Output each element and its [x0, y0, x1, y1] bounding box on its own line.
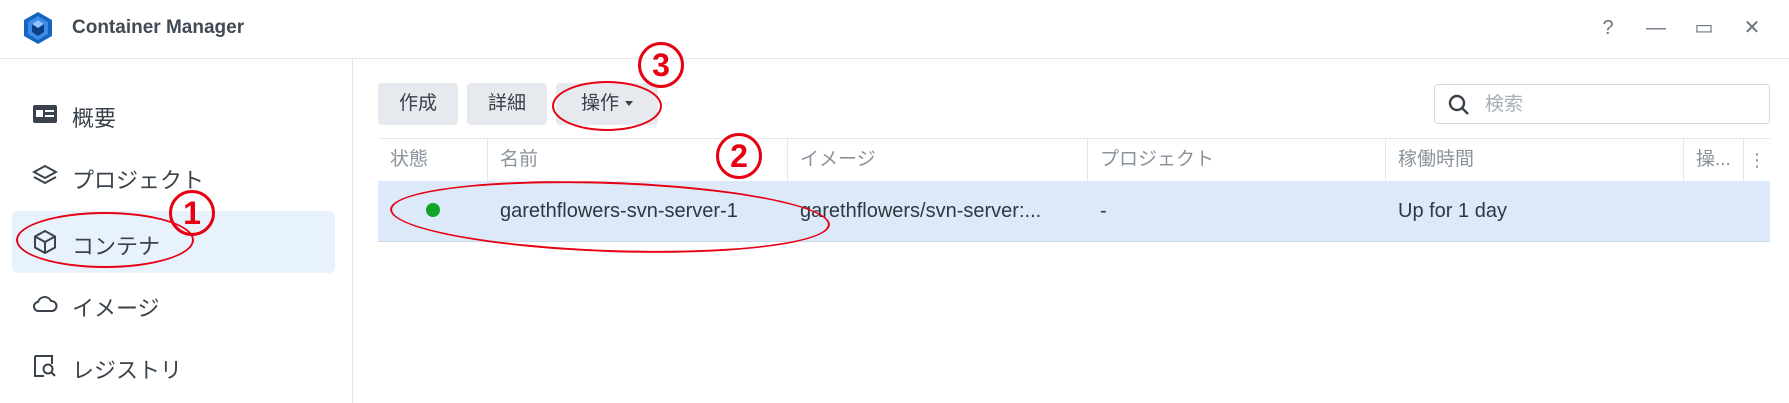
create-button[interactable]: 作成	[378, 83, 458, 125]
help-button[interactable]: ?	[1594, 14, 1622, 42]
container-manager-logo-icon	[24, 12, 52, 44]
sidebar-item-label: イメージ	[72, 296, 160, 321]
table-header: 状態 名前 イメージ プロジェクト 稼働時間 操... ⋮	[378, 138, 1770, 182]
layers-icon	[32, 164, 58, 185]
sidebar-item-registry[interactable]: レジストリ	[12, 335, 335, 397]
status-cell	[378, 181, 488, 241]
search-box	[1434, 84, 1770, 124]
search-icon	[1448, 94, 1469, 115]
annotation-badge-3: 3	[638, 42, 684, 88]
annotation-badge-2: 2	[716, 133, 762, 179]
caret-down-icon	[625, 101, 633, 107]
column-header-project[interactable]: プロジェクト	[1088, 139, 1386, 181]
table-row[interactable]: garethflowers-svn-server-1 garethflowers…	[378, 181, 1770, 242]
search-input[interactable]	[1483, 91, 1757, 119]
column-menu-icon[interactable]: ⋮	[1744, 139, 1770, 181]
registry-search-icon	[34, 355, 56, 377]
sidebar-item-images[interactable]: イメージ	[12, 273, 335, 335]
container-name-cell: garethflowers-svn-server-1	[500, 200, 738, 222]
container-project-cell: -	[1100, 200, 1107, 222]
sidebar-item-label: レジストリ	[72, 358, 183, 383]
sidebar-item-label: コンテナ	[72, 234, 161, 259]
container-image-cell: garethflowers/svn-server:...	[800, 200, 1042, 222]
sidebar-item-overview[interactable]: 概要	[12, 83, 335, 145]
close-button[interactable]: ✕	[1738, 14, 1766, 42]
action-dropdown-button[interactable]: 操作	[556, 83, 658, 125]
maximize-button[interactable]: ▭	[1690, 14, 1718, 42]
action-dropdown-label: 操作	[580, 93, 619, 114]
cube-icon	[34, 230, 56, 254]
status-running-icon	[426, 203, 440, 217]
title-bar: Container Manager ? — ▭ ✕	[0, 0, 1789, 59]
container-uptime-cell: Up for 1 day	[1398, 200, 1507, 222]
sidebar-item-label: 概要	[72, 106, 117, 131]
sidebar: 概要 プロジェクト コンテナ イメージ レジストリ	[0, 59, 353, 403]
column-header-uptime[interactable]: 稼働時間	[1386, 139, 1684, 181]
annotation-badge-1: 1	[169, 190, 215, 236]
minimize-button[interactable]: —	[1642, 14, 1670, 42]
column-header-image[interactable]: イメージ	[788, 139, 1088, 181]
details-button[interactable]: 詳細	[467, 83, 547, 125]
overview-card-icon	[33, 105, 57, 123]
column-header-actions[interactable]: 操...	[1684, 139, 1744, 181]
app-title: Container Manager	[72, 17, 245, 38]
column-header-status[interactable]: 状態	[378, 139, 488, 181]
cloud-icon	[32, 296, 58, 312]
